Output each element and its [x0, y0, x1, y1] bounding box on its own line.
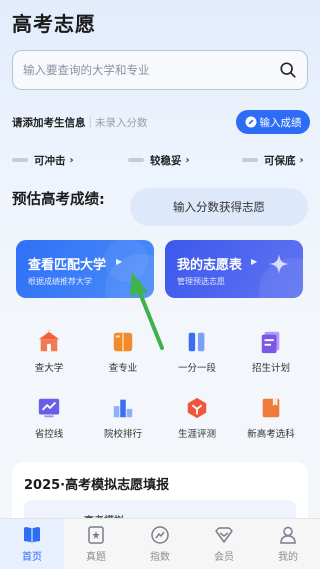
grid-label: 招生计划	[251, 363, 290, 374]
subject-select-icon	[262, 398, 280, 418]
profile-icon	[280, 526, 296, 544]
tier-safe[interactable]: 较稳妥 ›	[128, 150, 190, 170]
grid-label: 查大学	[34, 363, 64, 374]
member-icon	[215, 527, 233, 543]
my-list-card-subtitle: 管理预选志愿	[177, 277, 225, 286]
tier-fallback[interactable]: 可保底 ›	[242, 150, 304, 170]
plan-icon	[261, 331, 280, 354]
grid-item-admission-plan[interactable]: 招生计划	[234, 330, 308, 374]
home-icon	[24, 527, 40, 543]
tier-reach[interactable]: 可冲击 ›	[12, 150, 74, 170]
grid-item-score-segment[interactable]: 一分一段	[160, 330, 234, 374]
enter-score-label: 输入成绩	[259, 116, 302, 129]
tab-profile[interactable]: 我的	[256, 519, 320, 569]
trend-chart-icon	[38, 398, 60, 418]
match-card-title: 查看匹配大学	[28, 258, 107, 273]
tab-label: 我的	[278, 552, 298, 563]
tab-label: 首页	[22, 552, 42, 563]
estimate-score-input[interactable]: 输入分数获得志愿	[130, 188, 308, 226]
match-card-subtitle: 根据成绩推荐大学	[28, 277, 92, 286]
sparkle-icon	[269, 254, 289, 274]
tab-member[interactable]: 会员	[192, 519, 256, 569]
grid-label: 省控线	[34, 429, 64, 440]
play-arrow-icon: ▶	[251, 257, 258, 266]
tier-label: 较稳妥	[150, 154, 182, 167]
grid-label: 新高考选科	[247, 429, 295, 440]
tier-row: 可冲击 › 较稳妥 › 可保底 ›	[0, 150, 320, 170]
student-info-prompt[interactable]: 请添加考生信息	[12, 115, 86, 130]
tier-label: 可保底	[264, 154, 296, 167]
grid-item-career-test[interactable]: 生涯评测	[160, 396, 234, 440]
edit-icon	[245, 116, 256, 128]
bottom-tab-bar: 首页 真题 指数 会员 我的	[0, 518, 320, 569]
exam-icon	[88, 526, 104, 544]
grid-item-major[interactable]: 查专业	[86, 330, 160, 374]
gauge-icon	[151, 526, 169, 544]
play-arrow-icon: ▶	[116, 257, 123, 266]
match-university-card[interactable]: 查看匹配大学 ▶ 根据成绩推荐大学	[16, 240, 154, 298]
chevron-right-icon: ›	[69, 154, 74, 166]
chevron-right-icon: ›	[299, 154, 304, 166]
estimate-input-text: 输入分数获得志愿	[173, 200, 265, 214]
tier-label: 可冲击	[34, 154, 66, 167]
section-title: 2025·高考模拟志愿填报	[24, 478, 170, 493]
app-title: 高考志愿	[12, 12, 96, 36]
ranking-icon	[113, 399, 133, 418]
my-application-card[interactable]: 我的志愿表 ▶ 管理预选志愿	[165, 240, 303, 298]
search-bar[interactable]: 输入要查询的大学和专业	[12, 50, 308, 90]
grid-item-ranking[interactable]: 院校排行	[86, 396, 160, 440]
university-icon	[38, 330, 60, 352]
assessment-icon	[187, 397, 207, 419]
tab-label: 会员	[214, 552, 234, 563]
grid-label: 一分一段	[177, 363, 216, 374]
feature-grid: 查大学 查专业 一分一段 招生计划 省控线 院校排行 生涯评测 新高考选科	[12, 330, 308, 442]
tab-label: 真题	[86, 552, 106, 563]
search-icon[interactable]	[279, 61, 297, 79]
tier-bar	[128, 158, 144, 162]
separator: |	[88, 116, 93, 128]
grid-label: 院校排行	[103, 429, 142, 440]
grid-item-control-line[interactable]: 省控线	[12, 396, 86, 440]
score-segment-icon	[188, 332, 205, 352]
grid-label: 查专业	[108, 363, 138, 374]
score-status: 未录入分数	[95, 116, 148, 129]
tab-label: 指数	[150, 552, 170, 563]
my-list-card-title: 我的志愿表	[177, 258, 243, 273]
book-icon	[113, 332, 133, 352]
tab-index[interactable]: 指数	[128, 519, 192, 569]
grid-item-university[interactable]: 查大学	[12, 330, 86, 374]
search-placeholder: 输入要查询的大学和专业	[23, 63, 150, 77]
tier-bar	[12, 158, 28, 162]
enter-score-button[interactable]: 输入成绩	[236, 110, 310, 134]
estimate-score-label: 预估高考成绩:	[12, 192, 105, 208]
tab-exam[interactable]: 真题	[64, 519, 128, 569]
chevron-right-icon: ›	[185, 154, 190, 166]
grid-label: 生涯评测	[177, 429, 216, 440]
grid-item-subject-select[interactable]: 新高考选科	[234, 396, 308, 440]
tier-bar	[242, 158, 258, 162]
tab-home[interactable]: 首页	[0, 519, 64, 569]
